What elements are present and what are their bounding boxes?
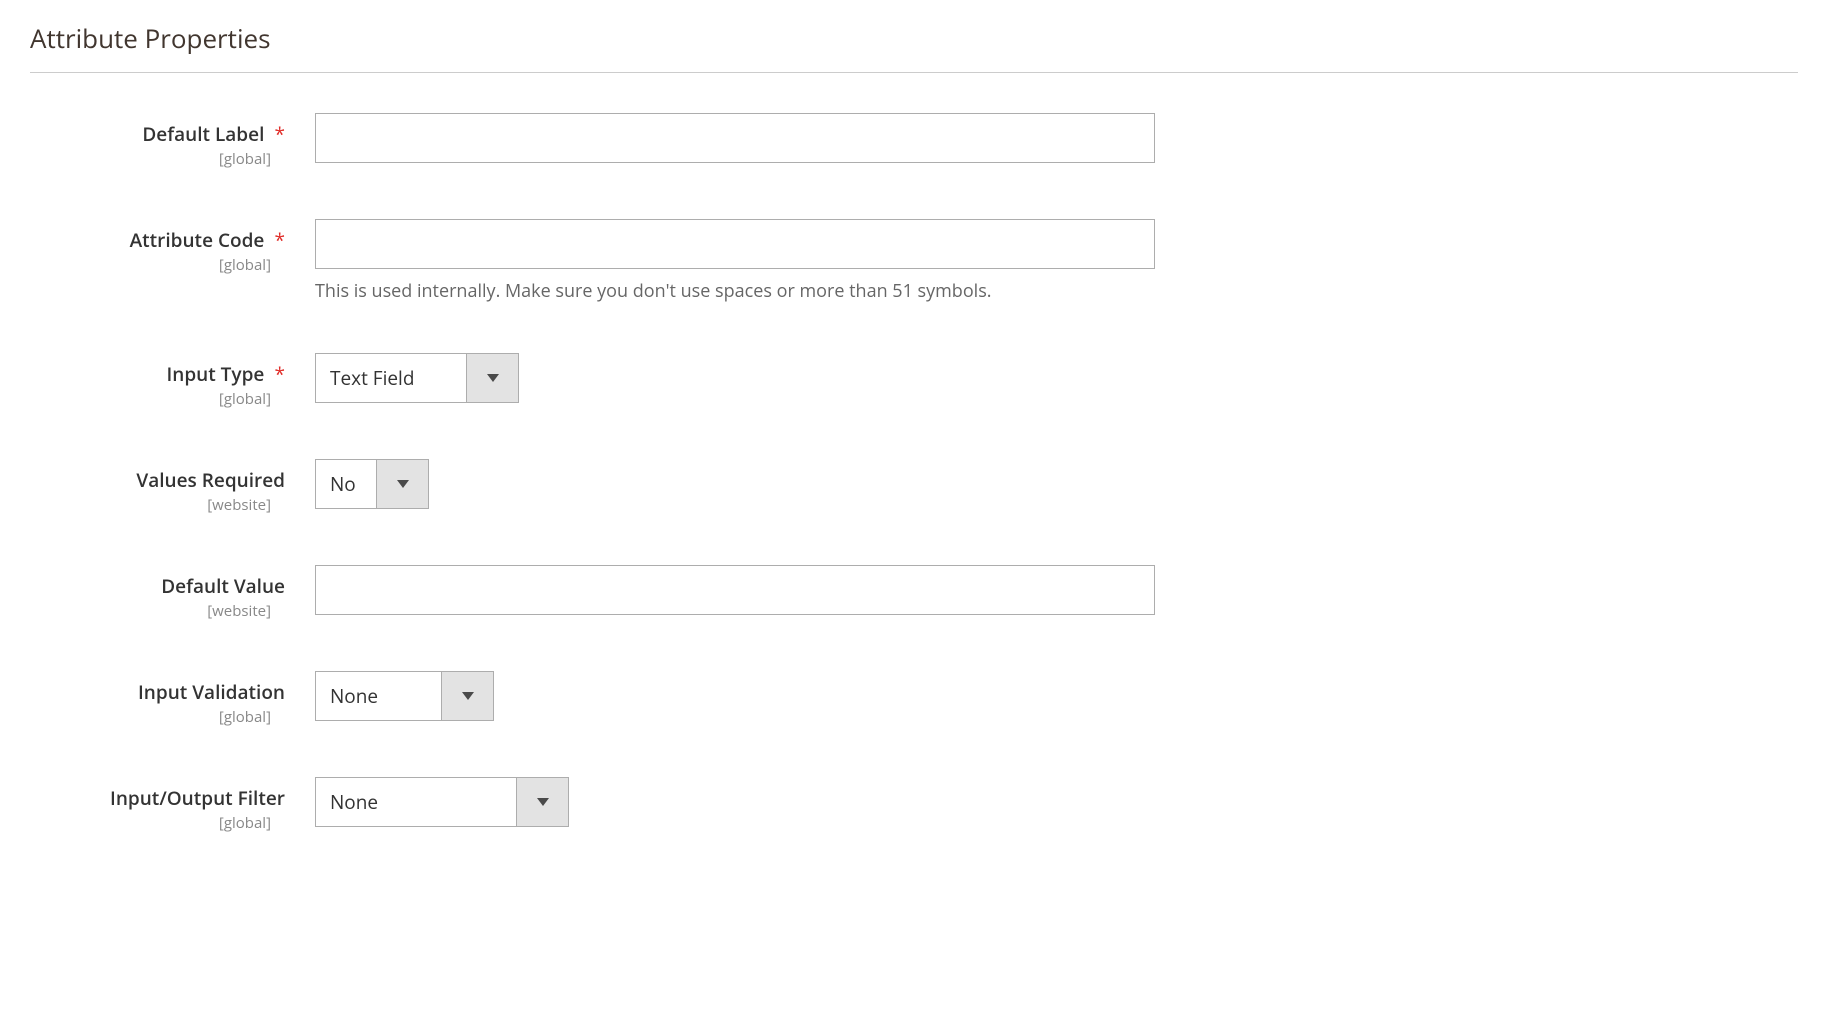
label-input-type: Input Type * [global] bbox=[30, 353, 315, 409]
select-value: None bbox=[316, 778, 516, 826]
scope-label: [website] bbox=[30, 495, 285, 515]
scope-label: [global] bbox=[30, 813, 285, 833]
section-title: Attribute Properties bbox=[30, 20, 1798, 73]
row-attribute-code: Attribute Code * [global] This is used i… bbox=[30, 219, 1798, 303]
chevron-down-icon bbox=[441, 672, 493, 720]
required-asterisk: * bbox=[275, 361, 285, 387]
row-default-label: Default Label * [global] bbox=[30, 113, 1798, 169]
row-input-output-filter: Input/Output Filter [global] None bbox=[30, 777, 1798, 833]
default-value-input[interactable] bbox=[315, 565, 1155, 615]
row-input-type: Input Type * [global] Text Field bbox=[30, 353, 1798, 409]
scope-label: [global] bbox=[30, 707, 285, 727]
scope-label: [global] bbox=[30, 255, 285, 275]
attribute-code-input[interactable] bbox=[315, 219, 1155, 269]
chevron-down-icon bbox=[516, 778, 568, 826]
label-text: Input/Output Filter bbox=[110, 785, 285, 811]
label-input-validation: Input Validation [global] bbox=[30, 671, 315, 727]
input-type-select[interactable]: Text Field bbox=[315, 353, 519, 403]
input-output-filter-select[interactable]: None bbox=[315, 777, 569, 827]
default-label-input[interactable] bbox=[315, 113, 1155, 163]
input-col: This is used internally. Make sure you d… bbox=[315, 219, 1165, 303]
attribute-properties-section: Attribute Properties Default Label * [gl… bbox=[30, 20, 1798, 833]
attribute-code-hint: This is used internally. Make sure you d… bbox=[315, 279, 1165, 303]
values-required-select[interactable]: No bbox=[315, 459, 429, 509]
label-attribute-code: Attribute Code * [global] bbox=[30, 219, 315, 275]
label-input-output-filter: Input/Output Filter [global] bbox=[30, 777, 315, 833]
input-col: None bbox=[315, 777, 1165, 827]
scope-label: [website] bbox=[30, 601, 285, 621]
label-default-label: Default Label * [global] bbox=[30, 113, 315, 169]
label-values-required: Values Required [website] bbox=[30, 459, 315, 515]
input-col bbox=[315, 565, 1165, 615]
chevron-down-icon bbox=[376, 460, 428, 508]
label-text: Default Label bbox=[142, 121, 264, 147]
label-text: Attribute Code bbox=[130, 227, 265, 253]
select-value: Text Field bbox=[316, 354, 466, 402]
input-validation-select[interactable]: None bbox=[315, 671, 494, 721]
label-text: Input Validation bbox=[138, 679, 285, 705]
label-default-value: Default Value [website] bbox=[30, 565, 315, 621]
row-values-required: Values Required [website] No bbox=[30, 459, 1798, 515]
input-col: None bbox=[315, 671, 1165, 721]
input-col bbox=[315, 113, 1165, 163]
scope-label: [global] bbox=[30, 149, 285, 169]
label-text: Input Type bbox=[166, 361, 264, 387]
select-value: None bbox=[316, 672, 441, 720]
scope-label: [global] bbox=[30, 389, 285, 409]
required-asterisk: * bbox=[275, 227, 285, 253]
input-col: Text Field bbox=[315, 353, 1165, 403]
row-input-validation: Input Validation [global] None bbox=[30, 671, 1798, 727]
input-col: No bbox=[315, 459, 1165, 509]
label-text: Values Required bbox=[136, 467, 285, 493]
row-default-value: Default Value [website] bbox=[30, 565, 1798, 621]
chevron-down-icon bbox=[466, 354, 518, 402]
select-value: No bbox=[316, 460, 376, 508]
label-text: Default Value bbox=[161, 573, 285, 599]
required-asterisk: * bbox=[275, 121, 285, 147]
